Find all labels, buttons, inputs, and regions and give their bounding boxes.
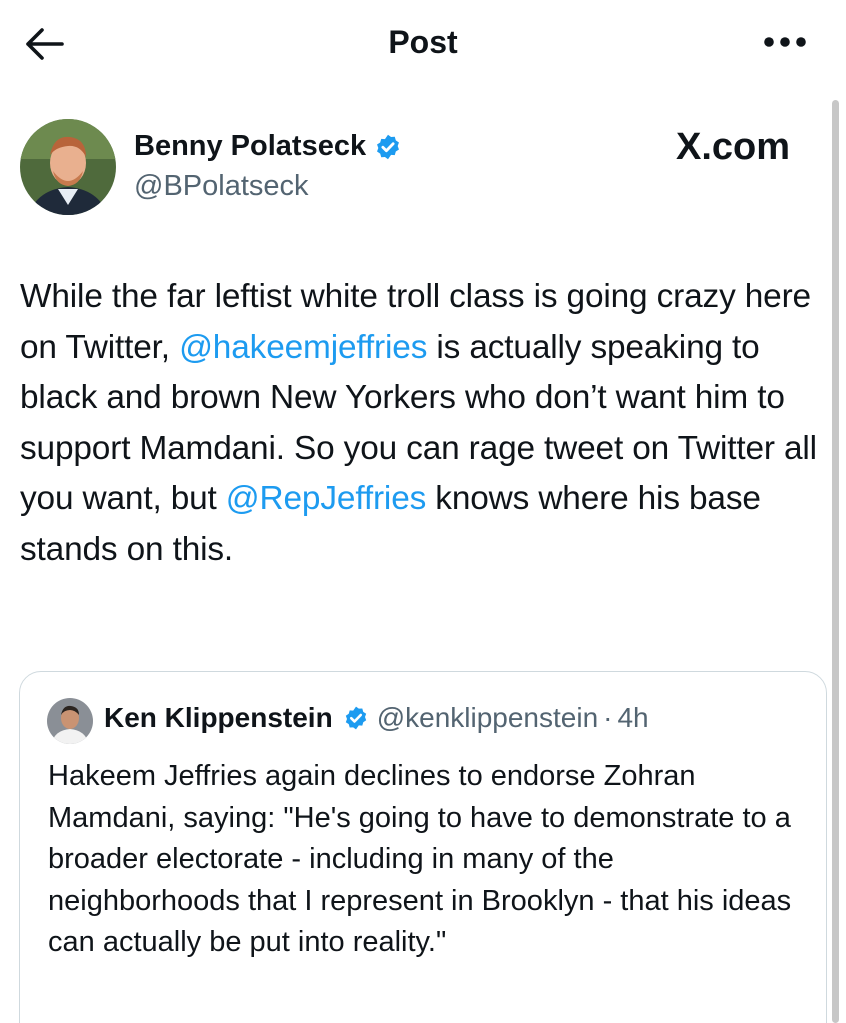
- quote-timestamp[interactable]: 4h: [617, 702, 648, 734]
- quote-header: Ken Klippenstein @kenklippenstein · 4h: [104, 702, 649, 734]
- more-options-button[interactable]: [762, 32, 808, 52]
- quote-text: Hakeem Jeffries again declines to endors…: [48, 760, 792, 958]
- verified-badge-icon: [377, 134, 400, 159]
- quote-author-handle[interactable]: @kenklippenstein: [377, 702, 598, 734]
- mention-link-repjeffries[interactable]: @RepJeffries: [226, 480, 427, 517]
- quote-author-avatar[interactable]: [47, 698, 93, 744]
- quote-separator-dot: ·: [603, 702, 613, 733]
- mention-link-hakeemjeffries[interactable]: @hakeemjeffries: [179, 329, 427, 366]
- top-bar: Post: [0, 0, 846, 90]
- post-text: While the far leftist white troll class …: [20, 272, 832, 575]
- quote-verified-badge-icon: [345, 706, 366, 730]
- more-dots-icon: [764, 37, 806, 47]
- author-avatar[interactable]: [20, 119, 116, 215]
- scrollbar[interactable]: [832, 100, 839, 1023]
- author-name-text: Benny Polatseck: [134, 130, 367, 162]
- quote-author-name[interactable]: Ken Klippenstein: [104, 702, 333, 734]
- avatar-photo: [20, 119, 116, 215]
- quote-avatar-photo: [47, 698, 93, 744]
- author-handle[interactable]: @BPolatseck: [134, 170, 309, 203]
- page-title: Post: [388, 24, 458, 60]
- author-name[interactable]: Benny Polatseck: [134, 130, 402, 163]
- xcom-watermark: X.com: [676, 126, 791, 168]
